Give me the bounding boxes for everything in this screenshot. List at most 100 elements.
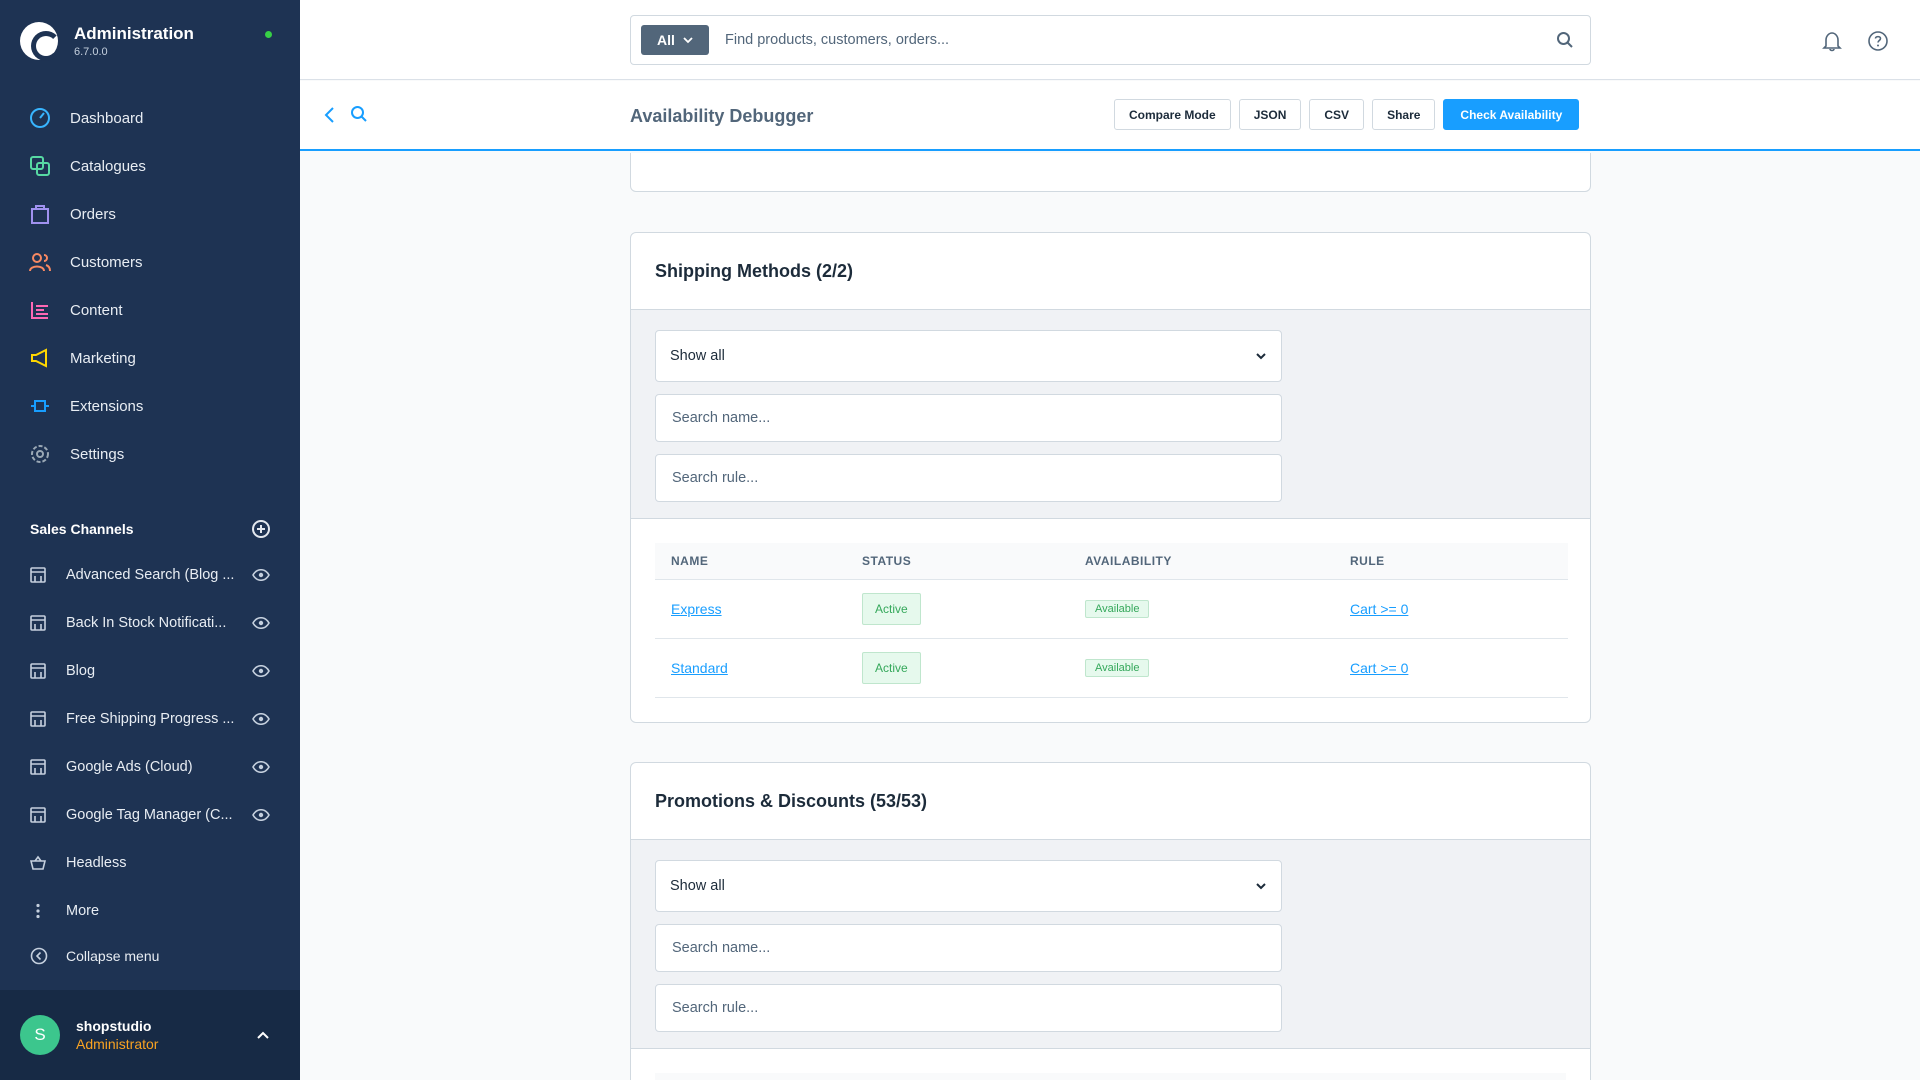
collapse-menu[interactable]: Collapse menu — [30, 947, 159, 965]
user-menu[interactable]: S shopstudio Administrator — [0, 990, 300, 1080]
help-icon[interactable] — [1867, 30, 1889, 52]
share-button[interactable]: Share — [1372, 99, 1436, 130]
shipping-methods-card: Shipping Methods (2/2) Show all NAME STA… — [630, 232, 1591, 723]
shipping-search-name-field[interactable] — [655, 394, 1282, 442]
sales-channels-title: Sales Channels — [30, 521, 134, 537]
search-icon[interactable] — [350, 105, 368, 123]
chevron-down-icon — [1256, 353, 1266, 360]
shopware-logo-icon — [20, 22, 61, 61]
content-icon — [29, 299, 51, 321]
sales-channel-item[interactable]: Blog — [0, 647, 300, 695]
notification-bell-icon[interactable] — [1821, 30, 1843, 52]
search-icon[interactable] — [1556, 31, 1574, 49]
rule-link[interactable]: Cart >= 0 — [1350, 601, 1408, 617]
column-header-name: NAME — [655, 543, 862, 580]
nav-item-settings[interactable]: Settings — [0, 430, 300, 478]
chevron-up-icon[interactable] — [256, 1028, 270, 1042]
search-rule-input[interactable] — [672, 470, 1265, 486]
extensions-icon — [29, 395, 51, 417]
eye-icon[interactable] — [252, 665, 270, 677]
search-input[interactable] — [725, 32, 1556, 48]
nav-item-extensions[interactable]: Extensions — [0, 382, 300, 430]
sales-channel-label: Blog — [66, 663, 96, 679]
app-title: Administration — [74, 24, 194, 43]
sales-channel-more[interactable]: More — [0, 887, 300, 935]
chevron-down-icon — [1256, 883, 1266, 890]
storefront-icon — [30, 615, 46, 631]
rule-link[interactable]: Cart >= 0 — [1350, 660, 1408, 676]
sales-channel-item[interactable]: Back In Stock Notificati... — [0, 599, 300, 647]
shipping-methods-title: Shipping Methods (2/2) — [631, 233, 1590, 310]
search-type-dropdown[interactable]: All — [641, 25, 709, 55]
search-name-input[interactable] — [672, 940, 1265, 956]
shipping-search-rule-field[interactable] — [655, 454, 1282, 502]
table-row: Express Active Available Cart >= 0 — [655, 579, 1568, 639]
sales-channel-list: Advanced Search (Blog ... Back In Stock … — [0, 551, 300, 935]
sales-channel-item[interactable]: Headless — [0, 839, 300, 887]
sales-channel-label: Back In Stock Notificati... — [66, 615, 227, 631]
sales-channel-label: Google Ads (Cloud) — [66, 759, 193, 775]
eye-icon[interactable] — [252, 809, 270, 821]
sales-channel-item[interactable]: Free Shipping Progress ... — [0, 695, 300, 743]
search-name-input[interactable] — [672, 410, 1265, 426]
promotions-search-rule-field[interactable] — [655, 984, 1282, 1032]
availability-badge: Available — [1085, 600, 1150, 618]
sales-channel-item[interactable]: Google Tag Manager (C... — [0, 791, 300, 839]
sales-channel-item[interactable]: Advanced Search (Blog ... — [0, 551, 300, 599]
back-arrow-icon[interactable] — [322, 105, 336, 125]
eye-icon[interactable] — [252, 617, 270, 629]
table-header-row: NAME STATUS AVAILABILITY RULE — [655, 543, 1568, 580]
brand[interactable]: Administration 6.7.0.0 — [20, 22, 194, 61]
main-nav: Dashboard Catalogues Orders Customers Co… — [0, 94, 300, 478]
column-header-status: STATUS — [862, 543, 1085, 580]
json-export-button[interactable]: JSON — [1238, 99, 1302, 130]
sales-channels-header: Sales Channels — [30, 520, 270, 538]
nav-item-dashboard[interactable]: Dashboard — [0, 94, 300, 142]
eye-icon[interactable] — [252, 761, 270, 773]
sales-channel-label: More — [66, 903, 100, 919]
previous-card — [630, 153, 1591, 192]
column-header-availability: AVAILABILITY — [1085, 543, 1350, 580]
promotions-status-filter[interactable]: Show all — [655, 860, 1282, 912]
compare-mode-button[interactable]: Compare Mode — [1114, 99, 1231, 130]
eye-icon[interactable] — [252, 569, 270, 581]
user-name: shopstudio — [76, 1018, 152, 1034]
shipping-method-link[interactable]: Express — [671, 601, 722, 617]
storefront-icon — [30, 759, 46, 775]
nav-item-orders[interactable]: Orders — [0, 190, 300, 238]
sales-channel-item[interactable]: Google Ads (Cloud) — [0, 743, 300, 791]
online-status-dot — [265, 31, 272, 38]
nav-label: Customers — [70, 253, 143, 271]
orders-icon — [29, 203, 51, 225]
promotions-table-wrap — [631, 1049, 1590, 1080]
chevron-down-icon — [683, 37, 693, 44]
more-vertical-icon — [36, 903, 40, 919]
search-rule-input[interactable] — [672, 1000, 1265, 1016]
promotions-search-name-field[interactable] — [655, 924, 1282, 972]
nav-item-catalogues[interactable]: Catalogues — [0, 142, 300, 190]
eye-icon[interactable] — [252, 713, 270, 725]
filter-value: Show all — [670, 878, 725, 894]
nav-label: Marketing — [70, 349, 136, 367]
promotions-table-header-strip — [655, 1073, 1566, 1080]
search-type-label: All — [657, 32, 675, 48]
shipping-methods-table: NAME STATUS AVAILABILITY RULE Express Ac… — [655, 543, 1568, 698]
shipping-method-link[interactable]: Standard — [671, 660, 728, 676]
customers-icon — [29, 251, 51, 273]
nav-label: Catalogues — [70, 157, 146, 175]
collapse-icon — [30, 947, 48, 965]
user-role: Administrator — [76, 1036, 159, 1052]
shipping-status-filter[interactable]: Show all — [655, 330, 1282, 382]
promotions-title: Promotions & Discounts (53/53) — [631, 763, 1590, 840]
dashboard-icon — [29, 107, 51, 129]
storefront-icon — [30, 807, 46, 823]
nav-item-content[interactable]: Content — [0, 286, 300, 334]
main-content: Shipping Methods (2/2) Show all NAME STA… — [300, 153, 1920, 1080]
nav-item-customers[interactable]: Customers — [0, 238, 300, 286]
add-sales-channel-icon[interactable] — [252, 520, 270, 538]
page-title: Availability Debugger — [630, 106, 814, 126]
nav-label: Extensions — [70, 397, 144, 415]
nav-item-marketing[interactable]: Marketing — [0, 334, 300, 382]
check-availability-button[interactable]: Check Availability — [1443, 99, 1580, 130]
csv-export-button[interactable]: CSV — [1309, 99, 1365, 130]
